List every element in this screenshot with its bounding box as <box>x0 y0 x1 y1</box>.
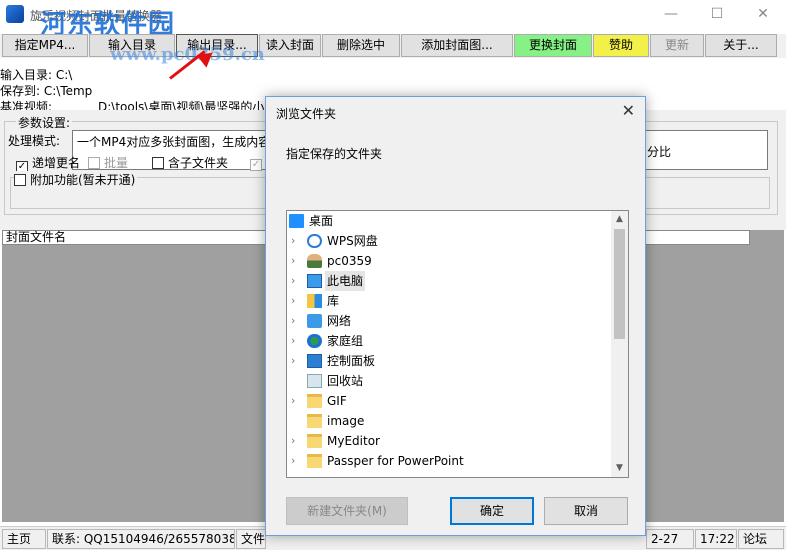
input-dir-text: 输入目录: C:\ <box>0 68 73 82</box>
status-home[interactable]: 主页 <box>2 529 46 549</box>
cancel-button[interactable]: 取消 <box>544 497 628 525</box>
chevron-right-icon[interactable]: › <box>291 311 301 331</box>
folder-tree[interactable]: 桌面 › WPS网盘 › pc0359 › 此电脑 › 库 › 网络 › 家庭组 › 控制面板 回收站 › GIF… <box>286 210 629 478</box>
checkbox-checked-icon: ✓ <box>250 159 262 171</box>
tree-item[interactable]: › pc0359 <box>287 251 613 271</box>
about-button[interactable]: 关于... <box>705 34 777 57</box>
tree-item[interactable]: › GIF <box>287 391 613 411</box>
chevron-right-icon[interactable]: › <box>291 291 301 311</box>
status-forum[interactable]: 论坛 <box>738 529 784 549</box>
status-time: 17:22 <box>695 529 737 549</box>
update-button[interactable]: 更新 <box>650 34 704 57</box>
tree-item[interactable]: › MyEditor <box>287 431 613 451</box>
tree-item[interactable]: 回收站 <box>287 371 613 391</box>
minimize-button[interactable]: — <box>648 0 694 30</box>
computer-icon <box>307 274 322 288</box>
desktop-icon <box>289 214 304 228</box>
mode-tail-text: 分比 <box>647 145 672 159</box>
app-icon <box>6 5 24 23</box>
tree-item-label: 家庭组 <box>327 334 364 348</box>
tree-item[interactable]: › Passper for PowerPoint <box>287 451 613 471</box>
folder-icon <box>307 414 322 428</box>
ok-button[interactable]: 确定 <box>450 497 534 525</box>
scroll-down-icon[interactable]: ▼ <box>611 460 628 477</box>
cloud-icon <box>307 234 322 248</box>
chevron-right-icon[interactable]: › <box>291 431 301 451</box>
status-contact: 联系: QQ15104946/2655780380 <box>47 529 235 549</box>
add-cover-button[interactable]: 添加封面图... <box>401 34 513 57</box>
chevron-right-icon[interactable]: › <box>291 391 301 411</box>
chevron-right-icon[interactable]: › <box>291 331 301 351</box>
new-folder-button[interactable]: 新建文件夹(M) <box>286 497 408 525</box>
scroll-thumb[interactable] <box>614 229 625 339</box>
save-to-text: 保存到: C:\Temp <box>0 84 93 98</box>
scroll-up-icon[interactable]: ▲ <box>611 211 628 228</box>
tree-item[interactable]: › 此电脑 <box>287 271 613 291</box>
tree-item-label: 库 <box>327 294 340 308</box>
browse-folder-dialog: 浏览文件夹 ✕ 指定保存的文件夹 桌面 › WPS网盘 › pc0359 › 此电脑 › 库 › 网… <box>265 96 646 536</box>
user-icon <box>307 254 322 268</box>
subfolder-checkbox[interactable]: 含子文件夹 <box>152 154 228 171</box>
dialog-title: 浏览文件夹 <box>276 107 337 121</box>
maximize-button[interactable]: ☐ <box>694 0 740 30</box>
load-cover-button[interactable]: 读入封面 <box>259 34 321 57</box>
folder-icon <box>307 394 322 408</box>
extra-features-checkbox[interactable]: 附加功能(暂未开通) <box>14 171 138 188</box>
checkbox-icon <box>14 174 26 186</box>
tree-item-label: GIF <box>327 394 347 408</box>
chevron-right-icon[interactable]: › <box>291 451 301 471</box>
tree-item[interactable]: image <box>287 411 613 431</box>
tree-item[interactable]: › 网络 <box>287 311 613 331</box>
delete-selected-button[interactable]: 删除选中 <box>322 34 400 57</box>
dialog-description: 指定保存的文件夹 <box>286 147 383 161</box>
tree-item-label: 控制面板 <box>327 354 376 368</box>
library-icon <box>307 294 322 308</box>
chevron-right-icon[interactable]: › <box>291 271 301 291</box>
tree-item-label: 桌面 <box>309 214 334 228</box>
tree-scrollbar[interactable]: ▲ ▼ <box>611 211 628 477</box>
tree-item-label: 回收站 <box>327 374 364 388</box>
batch-checkbox[interactable]: 批量 <box>88 154 128 171</box>
checkbox-icon <box>88 157 100 169</box>
params-group-title: 参数设置: <box>16 114 73 131</box>
tree-item-label: MyEditor <box>327 434 380 448</box>
homegroup-icon <box>307 334 322 348</box>
close-button[interactable]: ✕ <box>740 0 786 30</box>
chevron-right-icon[interactable]: › <box>291 231 301 251</box>
tree-item[interactable]: › WPS网盘 <box>287 231 613 251</box>
tree-item-label: Passper for PowerPoint <box>327 454 464 468</box>
extra-option-checkbox[interactable]: ✓ <box>250 154 266 171</box>
tree-item[interactable]: 桌面 <box>287 211 613 231</box>
title-bar: 旋乐视频封面批量替换器 河东软件园 — ☐ ✕ <box>0 0 786 40</box>
tree-item[interactable]: › 家庭组 <box>287 331 613 351</box>
chevron-right-icon[interactable]: › <box>291 251 301 271</box>
tree-item[interactable]: › 库 <box>287 291 613 311</box>
folder-icon <box>307 454 322 468</box>
tree-item-label: WPS网盘 <box>327 234 378 248</box>
tree-item[interactable]: › 控制面板 <box>287 351 613 371</box>
specify-mp4-button[interactable]: 指定MP4... <box>2 34 88 57</box>
checkbox-icon <box>152 157 164 169</box>
chevron-right-icon[interactable]: › <box>291 351 301 371</box>
network-icon <box>307 314 322 328</box>
status-date: 2-27 <box>646 529 694 549</box>
mode-value: 一个MP4对应多张封面图，生成内容 <box>77 135 271 149</box>
recycle-bin-icon <box>307 374 322 388</box>
tree-item-label: pc0359 <box>327 254 372 268</box>
mode-label: 处理模式: <box>8 134 61 148</box>
dialog-close-icon[interactable]: ✕ <box>622 101 635 120</box>
status-file: 文件 <box>236 529 266 549</box>
donate-button[interactable]: 赞助 <box>593 34 649 57</box>
folder-icon <box>307 434 322 448</box>
tree-item-label: image <box>327 414 365 428</box>
tree-item-label: 网络 <box>327 314 352 328</box>
control-panel-icon <box>307 354 322 368</box>
tree-item-label: 此电脑 <box>325 271 366 291</box>
replace-cover-button[interactable]: 更换封面 <box>514 34 592 57</box>
